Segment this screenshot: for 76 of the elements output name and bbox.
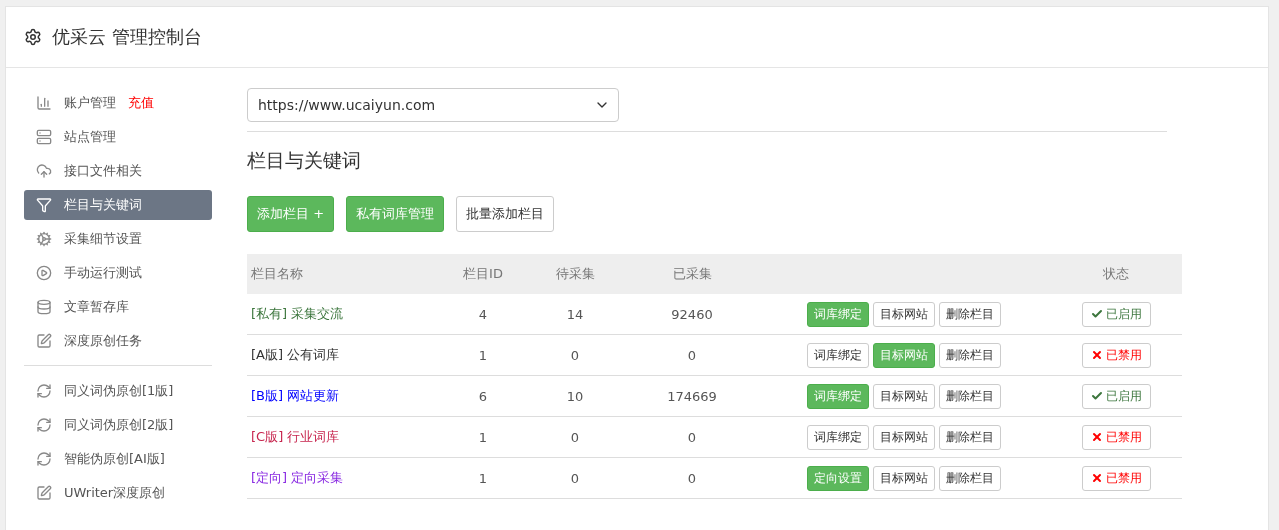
sidebar-item[interactable]: 同义词伪原创[2版]	[24, 410, 212, 440]
edit-icon	[36, 333, 52, 349]
status-button[interactable]: 已启用	[1081, 301, 1151, 327]
console-title: 优采云 管理控制台	[52, 25, 202, 49]
check-icon	[1090, 390, 1103, 402]
action-button[interactable]: 删除栏目	[939, 465, 1001, 491]
site-select[interactable]: https://www.ucaiyun.com	[247, 88, 619, 122]
column-name-cell: [B版] 网站更新	[247, 375, 442, 417]
sidebar-item[interactable]: 深度原创任务	[24, 326, 212, 356]
sidebar-item[interactable]: 接口文件相关	[24, 156, 212, 186]
column-header: 栏目名称	[247, 254, 442, 294]
table-cell: 0	[524, 416, 626, 458]
table-cell: 0	[626, 457, 758, 499]
column-header: 待采集	[524, 254, 626, 294]
sidebar-item[interactable]: 栏目与关键词	[24, 190, 212, 220]
settings-icon	[24, 28, 42, 46]
cloud-upload-icon	[36, 163, 52, 179]
close-icon	[1090, 472, 1103, 484]
sidebar-item[interactable]: 账户管理 充值	[24, 88, 212, 118]
refresh-icon	[36, 383, 52, 399]
column-header: 状态	[1050, 254, 1182, 294]
table-cell: 174669	[626, 375, 758, 417]
refresh-icon	[36, 417, 52, 433]
bar-chart-icon	[36, 95, 52, 111]
status-button[interactable]: 已启用	[1081, 383, 1151, 409]
play-icon	[36, 265, 52, 281]
edit-icon	[36, 485, 52, 501]
table-cell: 0	[524, 334, 626, 376]
table-cell: 92460	[626, 294, 758, 335]
section-title: 栏目与关键词	[247, 148, 362, 173]
check-icon	[1090, 308, 1103, 320]
action-button[interactable]: 目标网站	[873, 424, 935, 450]
column-name-cell: [C版] 行业词库	[247, 416, 442, 458]
server-icon	[36, 129, 52, 145]
table-cell: 0	[626, 334, 758, 376]
action-button[interactable]: 目标网站	[873, 465, 935, 491]
close-icon	[1090, 349, 1103, 361]
column-name-cell: [定向] 定向采集	[247, 457, 442, 499]
column-name-cell: [A版] 公有词库	[247, 334, 442, 376]
filter-icon	[36, 197, 52, 213]
refresh-icon	[36, 451, 52, 467]
table-cell: 1	[442, 416, 524, 458]
action-button[interactable]: 删除栏目	[939, 383, 1001, 409]
toolbar-button[interactable]: 批量添加栏目	[456, 196, 555, 232]
column-name-cell: [私有] 采集交流	[247, 294, 442, 335]
status-button[interactable]: 已禁用	[1081, 424, 1151, 450]
table-cell: 1	[442, 457, 524, 499]
status-button[interactable]: 已禁用	[1081, 342, 1151, 368]
sidebar-item[interactable]: UWriter深度原创	[24, 478, 212, 508]
status-button[interactable]: 已禁用	[1081, 465, 1151, 491]
database-icon	[36, 299, 52, 315]
table-cell: 4	[442, 294, 524, 335]
sidebar-item[interactable]: 同义词伪原创[1版]	[24, 376, 212, 406]
action-button[interactable]: 目标网站	[873, 383, 935, 409]
action-button[interactable]: 删除栏目	[939, 301, 1001, 327]
close-icon	[1090, 431, 1103, 443]
table-cell: 1	[442, 334, 524, 376]
gears-icon	[36, 231, 52, 247]
sidebar-item[interactable]: 智能伪原创[AI版]	[24, 444, 212, 474]
column-header: 已采集	[626, 254, 758, 294]
sidebar-item[interactable]: 文章暂存库	[24, 292, 212, 322]
action-button[interactable]: 删除栏目	[939, 424, 1001, 450]
action-button[interactable]: 目标网站	[873, 301, 935, 327]
sidebar-item[interactable]: 手动运行测试	[24, 258, 212, 288]
table-cell: 0	[626, 416, 758, 458]
column-header: 栏目ID	[442, 254, 524, 294]
action-button[interactable]: 词库绑定	[807, 424, 869, 450]
recharge-link[interactable]: 充值	[128, 94, 154, 112]
sidebar-item[interactable]: 采集细节设置	[24, 224, 212, 254]
table-cell: 14	[524, 294, 626, 335]
action-button[interactable]: 词库绑定	[807, 342, 869, 368]
action-button[interactable]: 删除栏目	[939, 342, 1001, 368]
table-cell: 0	[524, 457, 626, 499]
table-cell: 6	[442, 375, 524, 417]
table-cell: 10	[524, 375, 626, 417]
sidebar-item[interactable]: 站点管理	[24, 122, 212, 152]
